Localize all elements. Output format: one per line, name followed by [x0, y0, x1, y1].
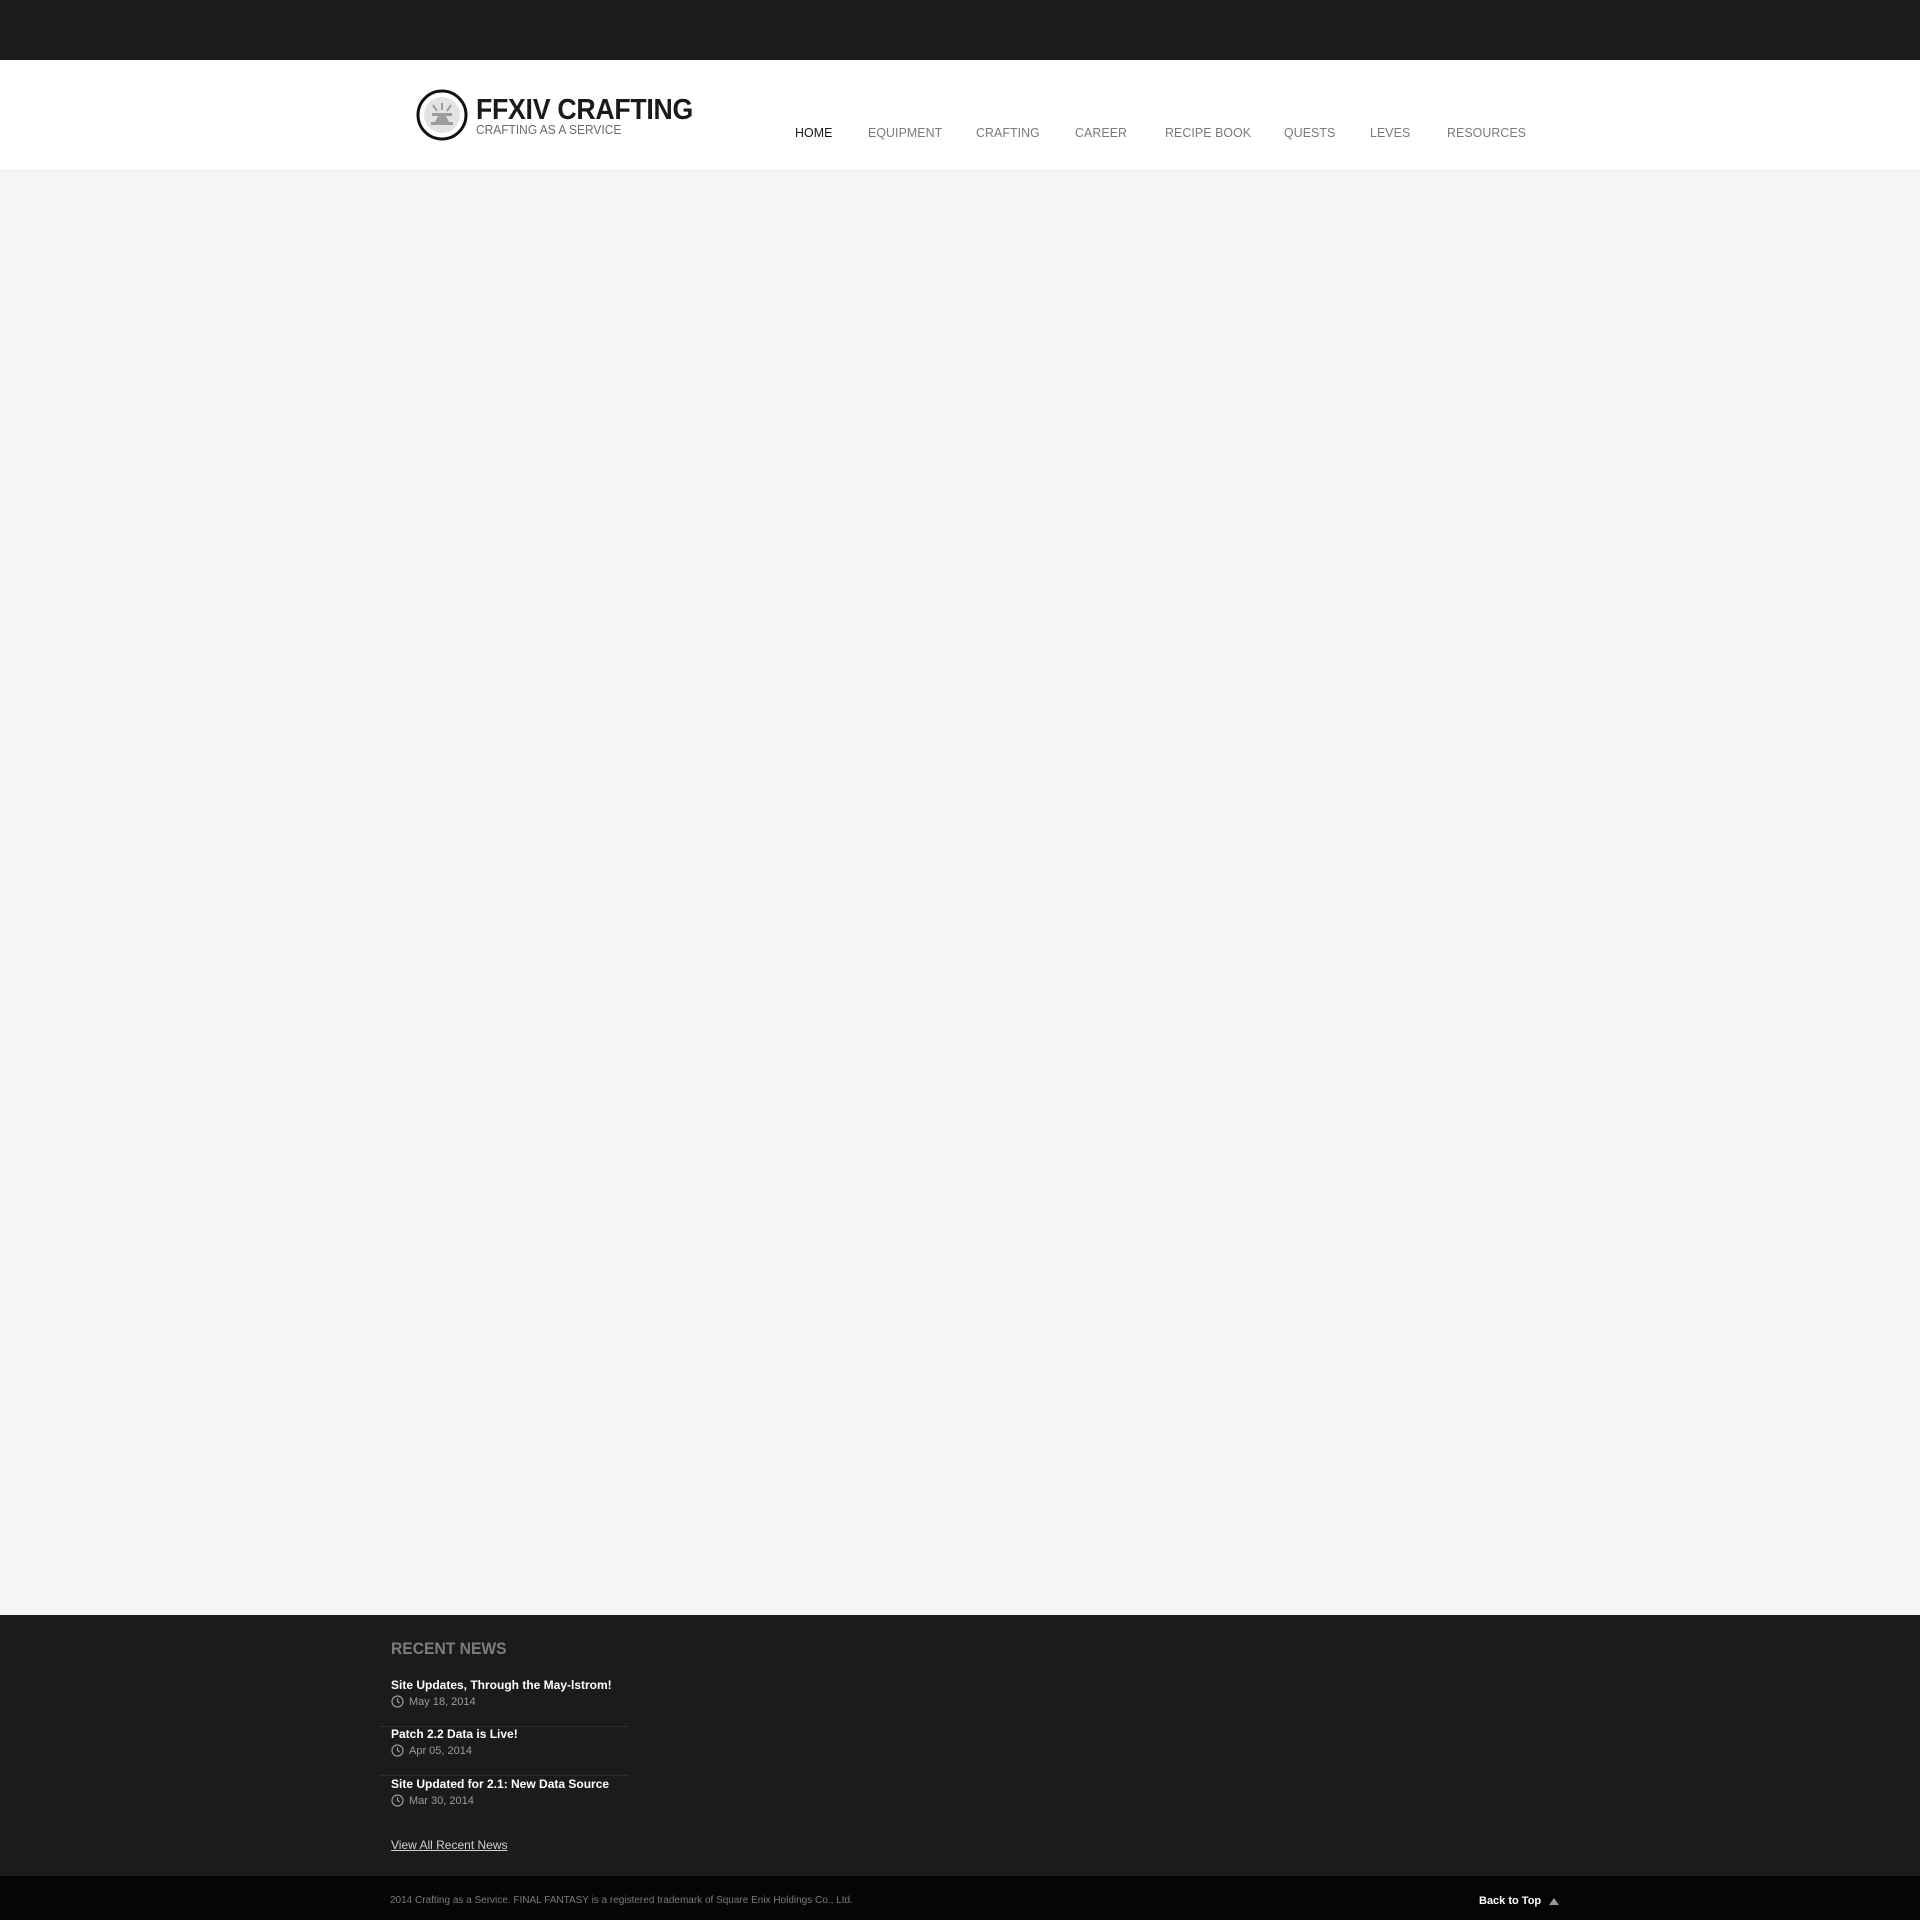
recent-news-heading: RECENT NEWS — [391, 1639, 507, 1658]
news-item: Site Updates, Through the May-lstrom! Ma… — [379, 1678, 629, 1727]
news-item-title[interactable]: Patch 2.2 Data is Live! — [391, 1727, 518, 1741]
back-to-top-label: Back to Top — [1479, 1895, 1542, 1907]
copyright-text: 2014 Crafting as a Service. FINAL FANTAS… — [390, 1895, 853, 1906]
anvil-logo-icon — [416, 89, 468, 141]
view-all-news-link[interactable]: View All Recent News — [391, 1838, 508, 1852]
clock-icon — [391, 1794, 404, 1807]
nav-item-home[interactable]: HOME — [795, 125, 832, 140]
arrow-up-icon — [1549, 1897, 1560, 1905]
clock-icon — [391, 1744, 404, 1757]
clock-icon — [391, 1695, 404, 1708]
bottom-bar: 2014 Crafting as a Service. FINAL FANTAS… — [0, 1876, 1920, 1920]
nav-item-quests[interactable]: QUESTS — [1284, 125, 1335, 140]
back-to-top-button[interactable]: Back to Top — [1479, 1895, 1560, 1907]
nav-item-resources[interactable]: RESOURCES — [1447, 125, 1526, 140]
nav-item-recipe-book[interactable]: RECIPE BOOK — [1165, 125, 1251, 140]
site-tagline: CRAFTING AS A SERVICE — [476, 121, 622, 137]
main-content — [0, 169, 1920, 1615]
site-logo[interactable]: FFXIV CRAFTING CRAFTING AS A SERVICE — [416, 88, 712, 142]
news-item: Site Updated for 2.1: New Data Source Ma… — [379, 1777, 629, 1826]
top-bar — [0, 0, 1920, 60]
site-title: FFXIV CRAFTING — [476, 93, 693, 126]
nav-item-career[interactable]: CAREER — [1075, 125, 1127, 140]
news-item-date: Mar 30, 2014 — [409, 1794, 474, 1807]
nav-item-crafting[interactable]: CRAFTING — [976, 125, 1040, 140]
site-footer: RECENT NEWS Site Updates, Through the Ma… — [0, 1615, 1920, 1876]
nav-item-leves[interactable]: LEVES — [1370, 125, 1410, 140]
news-item-title[interactable]: Site Updates, Through the May-lstrom! — [391, 1678, 612, 1692]
news-item-date: Apr 05, 2014 — [409, 1744, 472, 1757]
news-item: Patch 2.2 Data is Live! Apr 05, 2014 — [379, 1727, 629, 1776]
news-item-title[interactable]: Site Updated for 2.1: New Data Source — [391, 1777, 609, 1791]
news-item-date: May 18, 2014 — [409, 1695, 476, 1708]
site-header: FFXIV CRAFTING CRAFTING AS A SERVICE HOM… — [0, 60, 1920, 169]
nav-item-equipment[interactable]: EQUIPMENT — [868, 125, 942, 140]
